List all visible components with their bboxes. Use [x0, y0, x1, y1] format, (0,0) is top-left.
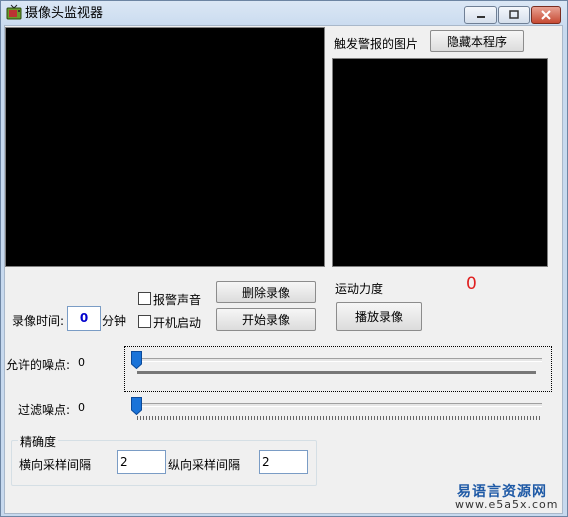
play-recording-button[interactable]: 播放录像 [336, 302, 422, 331]
alarm-image-label: 触发警报的图片 [334, 37, 419, 51]
tv-icon [6, 4, 22, 20]
noise-slider-track[interactable] [134, 358, 542, 362]
autostart-checkbox[interactable] [138, 315, 151, 328]
vertical-interval-input[interactable]: 2 [259, 450, 308, 474]
horizontal-interval-label: 横向采样间隔 [19, 458, 92, 472]
title-bar[interactable]: 摄像头监视器 [1, 1, 567, 25]
delete-recording-button[interactable]: 删除录像 [216, 281, 316, 303]
maximize-button[interactable] [498, 6, 530, 24]
noise-slider-focus [124, 346, 552, 392]
precision-group-label: 精确度 [18, 433, 59, 450]
window-title: 摄像头监视器 [25, 6, 104, 21]
minimize-button[interactable] [464, 6, 497, 24]
start-recording-button[interactable]: 开始录像 [216, 308, 316, 331]
minimize-icon [476, 16, 485, 18]
alarm-sound-label[interactable]: 报警声音 [153, 291, 201, 308]
filter-slider-track[interactable] [134, 403, 542, 407]
app-window: 摄像头监视器 触发警报的图片 隐藏本程序 录像时间: 0 分钟 报警声音 开机启 [0, 0, 568, 517]
record-time-input[interactable]: 0 [67, 306, 101, 331]
camera-preview [5, 27, 325, 267]
client-area: 触发警报的图片 隐藏本程序 录像时间: 0 分钟 报警声音 开机启动 删除录像 … [4, 25, 563, 514]
noise-slider-ticks [137, 371, 536, 374]
alarm-image-preview [332, 58, 548, 267]
maximize-icon [509, 10, 519, 19]
filter-slider-value: 0 [78, 401, 85, 414]
motion-strength-label: 运动力度 [335, 282, 384, 296]
noise-slider-label: 允许的噪点: [6, 358, 71, 372]
horizontal-interval-input[interactable]: 2 [117, 450, 166, 474]
filter-slider-label: 过滤噪点: [18, 403, 71, 417]
autostart-label[interactable]: 开机启动 [153, 314, 201, 331]
close-button[interactable] [531, 6, 561, 24]
watermark-url: www.e5a5x.com [455, 498, 559, 511]
alarm-sound-checkbox[interactable] [138, 292, 151, 305]
noise-slider-thumb[interactable] [131, 351, 142, 369]
vertical-interval-label: 纵向采样间隔 [168, 458, 241, 472]
motion-strength-value: 0 [466, 274, 477, 294]
filter-slider-thumb[interactable] [131, 397, 142, 415]
record-time-unit: 分钟 [102, 314, 127, 328]
noise-slider-value: 0 [78, 356, 85, 369]
close-icon [541, 10, 551, 20]
record-time-label: 录像时间: [12, 314, 65, 328]
hide-program-button[interactable]: 隐藏本程序 [430, 30, 524, 52]
filter-slider-ticks [137, 416, 540, 420]
